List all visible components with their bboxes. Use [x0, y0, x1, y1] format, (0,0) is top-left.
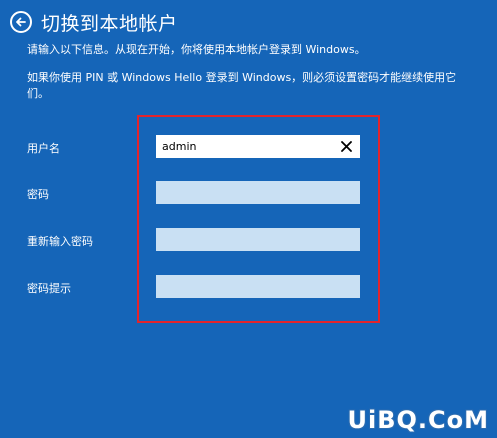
- username-value: admin: [162, 140, 197, 153]
- reenter-password-input[interactable]: [156, 228, 360, 251]
- username-field[interactable]: admin: [156, 135, 360, 158]
- description-line-2: 如果你使用 PIN 或 Windows Hello 登录到 Windows，则必…: [27, 71, 457, 100]
- arrow-left-icon: [16, 17, 26, 27]
- header: 切换到本地帐户: [10, 8, 178, 36]
- password-hint-label: 密码提示: [27, 282, 71, 295]
- clear-button[interactable]: [340, 141, 352, 153]
- watermark-logo: UiBQ.CoM: [347, 406, 489, 434]
- back-button[interactable]: [10, 11, 32, 33]
- username-label: 用户名: [27, 142, 60, 155]
- page-title: 切换到本地帐户: [41, 12, 178, 35]
- password-hint-input[interactable]: [156, 275, 360, 298]
- close-icon: [340, 141, 352, 152]
- description-line-1: 请输入以下信息。从现在开始，你将使用本地帐户登录到 Windows。: [27, 43, 366, 56]
- password-input[interactable]: [156, 181, 360, 204]
- reenter-password-label: 重新输入密码: [27, 235, 93, 248]
- password-label: 密码: [27, 188, 49, 201]
